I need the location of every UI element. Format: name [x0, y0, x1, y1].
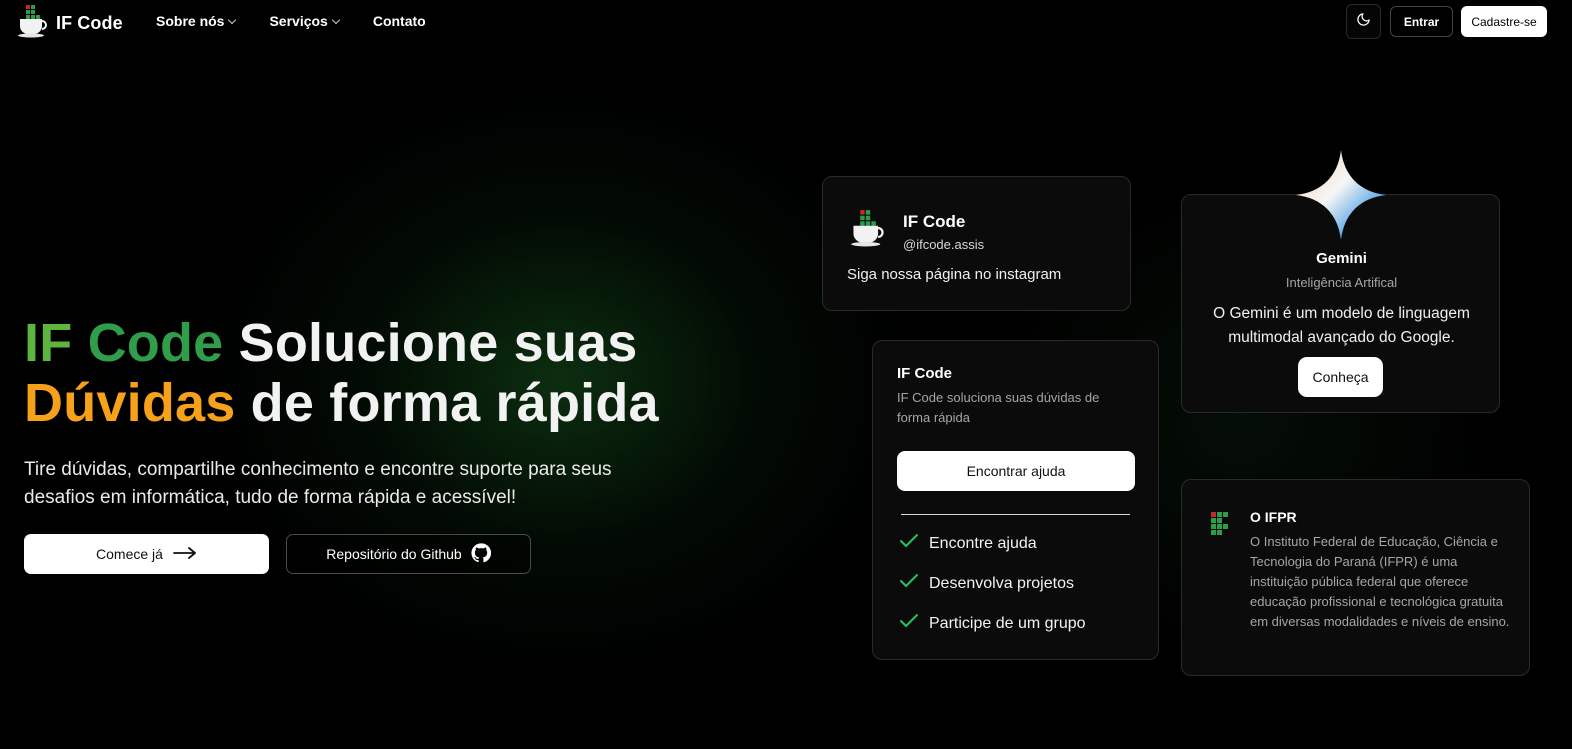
instagram-account-name: IF Code: [903, 212, 966, 231]
divider: [901, 514, 1130, 515]
learn-more-button[interactable]: Conheça: [1298, 357, 1383, 397]
ifcode-feature-card: IF Code IF Code soluciona suas dúvidas d…: [872, 340, 1159, 660]
feature-item: Desenvolva projetos: [899, 573, 1074, 594]
ifpr-card: O IFPR O Instituto Federal de Educação, …: [1181, 479, 1530, 676]
check-icon: [899, 533, 919, 554]
chevron-down-icon: [331, 15, 341, 24]
feature-card-title: IF Code: [897, 365, 952, 382]
theme-toggle-button[interactable]: [1346, 4, 1381, 39]
get-started-label: Comece já: [96, 546, 163, 562]
hero-title-if: IF: [24, 313, 73, 373]
github-repo-label: Repositório do Github: [326, 546, 462, 562]
ifpr-title: O IFPR: [1250, 509, 1297, 525]
check-icon: [899, 573, 919, 594]
gemini-sparkle-icon: [1296, 150, 1386, 245]
feature-card-description: IF Code soluciona suas dúvidas de forma …: [897, 390, 1100, 425]
coffee-cup-logo-icon: [849, 207, 887, 254]
check-icon: [899, 613, 919, 634]
chevron-down-icon: [228, 15, 237, 24]
brand-name: IF Code: [56, 13, 123, 33]
ifpr-description: O Instituto Federal de Educação, Ciência…: [1250, 534, 1510, 629]
feature-label: Encontre ajuda: [929, 534, 1037, 552]
arrow-right-icon: [173, 546, 197, 562]
gemini-description: O Gemini é um modelo de linguagem multim…: [1213, 305, 1470, 346]
gemini-title: Gemini: [1316, 250, 1367, 267]
login-button[interactable]: Entrar: [1390, 6, 1453, 37]
nav-link-label: Contato: [372, 13, 426, 29]
hero-title-rest: de forma rápida: [250, 373, 659, 433]
find-help-button[interactable]: Encontrar ajuda: [897, 451, 1135, 491]
github-icon: [471, 542, 491, 566]
feature-item: Participe de um grupo: [899, 613, 1086, 634]
feature-label: Desenvolva projetos: [929, 574, 1074, 592]
get-started-button[interactable]: Comece já: [24, 534, 269, 574]
moon-icon: [1356, 12, 1371, 32]
nav-link-servicos[interactable]: Serviços: [269, 13, 341, 29]
nav-link-sobre-nos[interactable]: Sobre nós: [156, 13, 237, 29]
top-navbar: IF Code Sobre nós Serviços Contato Entra…: [0, 0, 1572, 44]
nav-link-contato[interactable]: Contato: [373, 13, 426, 29]
hero-title-code: Code: [87, 313, 224, 373]
feature-label: Participe de um grupo: [929, 614, 1086, 632]
instagram-description: Siga nossa página no instagram: [847, 266, 1062, 283]
main-menu: Sobre nós Serviços Contato: [156, 13, 426, 29]
github-repo-button[interactable]: Repositório do Github: [286, 534, 531, 574]
signup-button[interactable]: Cadastre-se: [1461, 6, 1547, 37]
instagram-card[interactable]: IF Code @ifcode.assis Siga nossa página …: [822, 176, 1131, 311]
hero-title: IF Code Solucione suas Dúvidas de forma …: [24, 313, 784, 433]
hero-subtitle: Tire dúvidas, compartilhe conhecimento e…: [24, 459, 612, 508]
nav-link-label: Serviços: [269, 13, 328, 29]
hero-title-solucione: Solucione suas: [238, 313, 638, 373]
instagram-handle: @ifcode.assis: [903, 237, 985, 252]
ifpr-logo-icon: [1210, 511, 1230, 546]
feature-item: Encontre ajuda: [899, 533, 1037, 554]
hero-title-duvidas: Dúvidas: [24, 373, 236, 433]
nav-link-label: Sobre nós: [156, 13, 225, 29]
brand-logo-link[interactable]: IF Code: [16, 4, 123, 43]
gemini-subtitle: Inteligência Artifical: [1285, 275, 1398, 290]
coffee-cup-logo-icon: [16, 4, 50, 43]
